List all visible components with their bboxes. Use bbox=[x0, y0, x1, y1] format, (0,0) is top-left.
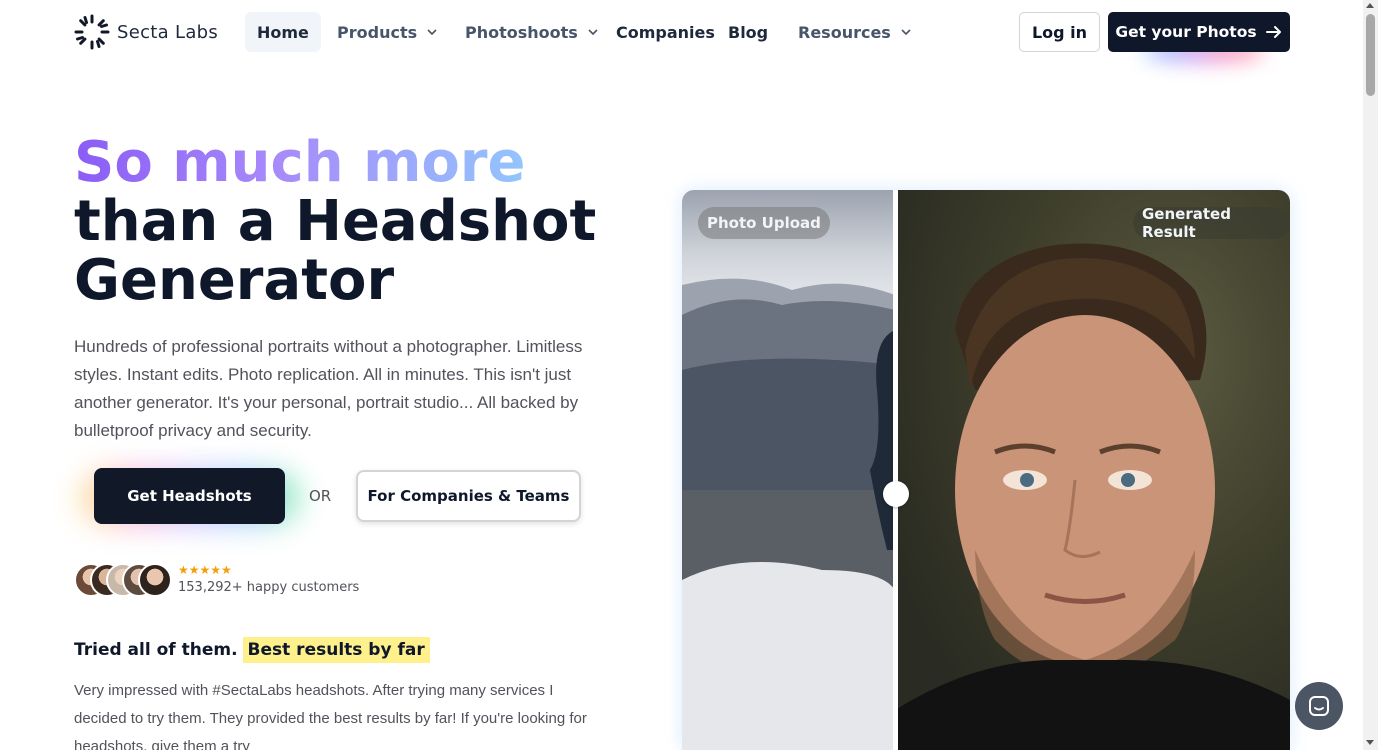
chevron-down-icon bbox=[588, 29, 598, 36]
get-headshots-button[interactable]: Get Headshots bbox=[94, 468, 285, 524]
review-title: Tried all of them. Best results by far bbox=[74, 637, 430, 663]
scroll-thumb[interactable] bbox=[1366, 14, 1375, 96]
customer-count: 153,292+ happy customers bbox=[178, 580, 360, 595]
nav-home[interactable]: Home bbox=[245, 12, 321, 52]
nav-companies[interactable]: Companies bbox=[616, 12, 715, 52]
nav-blog[interactable]: Blog bbox=[728, 12, 768, 52]
or-separator: OR bbox=[309, 487, 332, 505]
landscape-photo bbox=[682, 278, 895, 750]
slider-handle[interactable] bbox=[883, 481, 909, 507]
rating-stars: ★★★★★ bbox=[178, 563, 232, 577]
sunburst-logo-icon bbox=[74, 14, 110, 50]
review-text: Very impressed with #SectaLabs headshots… bbox=[74, 682, 587, 750]
generated-result-image bbox=[895, 190, 1290, 750]
nav-resources[interactable]: Resources bbox=[798, 12, 912, 52]
scroll-down-arrow-icon[interactable] bbox=[1366, 740, 1374, 745]
hero-title-line2: than a Headshot bbox=[74, 189, 597, 254]
nav-blog-label: Blog bbox=[728, 22, 769, 42]
generated-result-tag: Generated Result bbox=[1133, 205, 1290, 241]
chevron-down-icon bbox=[427, 29, 437, 36]
get-photos-button[interactable]: Get your Photos bbox=[1108, 12, 1290, 52]
photo-upload-tag: Photo Upload bbox=[698, 207, 830, 239]
slider-divider[interactable] bbox=[893, 190, 898, 750]
nav-photoshoots-label: Photoshoots bbox=[465, 22, 578, 42]
top-nav: Secta Labs Home Products Photoshoots Com… bbox=[74, 12, 1290, 62]
review-lead: Tried all of them. bbox=[74, 640, 238, 660]
logo[interactable]: Secta Labs bbox=[74, 14, 218, 50]
nav-companies-label: Companies bbox=[616, 22, 715, 42]
chevron-down-icon bbox=[901, 29, 911, 36]
arrow-right-icon bbox=[1265, 26, 1281, 38]
companies-teams-button[interactable]: For Companies & Teams bbox=[356, 470, 581, 522]
chat-icon bbox=[1309, 696, 1329, 716]
scroll-up-arrow-icon[interactable] bbox=[1366, 3, 1374, 8]
page-scrollbar[interactable] bbox=[1363, 0, 1378, 750]
hero-title-line3: Generator bbox=[74, 248, 395, 313]
nav-products[interactable]: Products bbox=[337, 12, 438, 52]
avatar bbox=[138, 563, 172, 597]
review-highlight: Best results by far bbox=[242, 637, 430, 663]
nav-products-label: Products bbox=[337, 22, 418, 42]
hero-title: So much more than a Headshot Generator bbox=[74, 133, 634, 310]
photo-upload-image bbox=[682, 190, 895, 750]
login-button[interactable]: Log in bbox=[1019, 12, 1100, 52]
portrait-photo bbox=[895, 243, 1290, 750]
before-after-slider[interactable]: Photo Upload Generated Result bbox=[682, 190, 1290, 750]
nav-resources-label: Resources bbox=[798, 22, 891, 42]
hero-description: Hundreds of professional portraits witho… bbox=[74, 337, 583, 440]
nav-home-label: Home bbox=[257, 22, 309, 42]
hero-title-gradient: So much more bbox=[74, 130, 526, 195]
brand-name: Secta Labs bbox=[117, 21, 219, 43]
get-photos-label: Get your Photos bbox=[1115, 23, 1257, 41]
nav-photoshoots[interactable]: Photoshoots bbox=[465, 12, 599, 52]
chat-button[interactable] bbox=[1295, 682, 1343, 730]
